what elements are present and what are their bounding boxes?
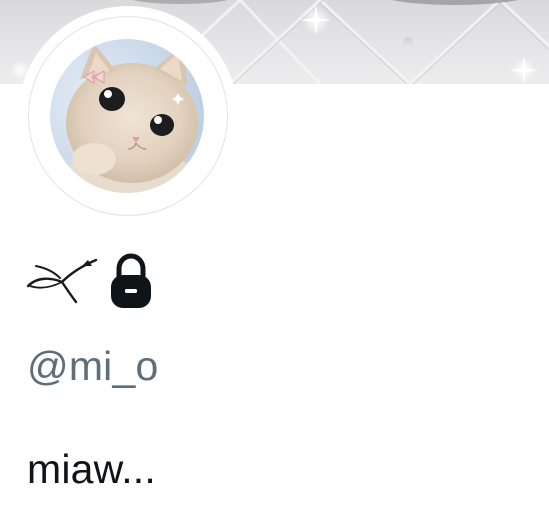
bird-glyph-icon [26,258,98,304]
profile-page: @mi_o miaw... [0,0,549,505]
profile-handle: @mi_o [27,343,159,389]
lock-icon [108,253,154,311]
cat-avatar-image [50,39,204,193]
display-name-row [26,250,154,314]
profile-bio: miaw... [27,446,156,492]
avatar[interactable] [50,39,204,193]
